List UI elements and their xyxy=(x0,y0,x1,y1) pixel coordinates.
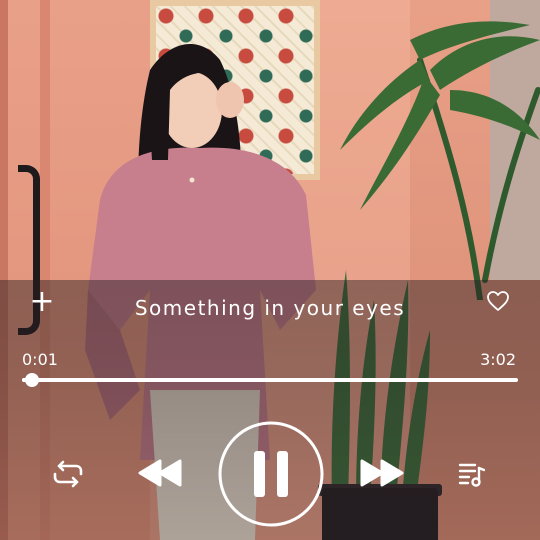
seek-track xyxy=(22,378,518,382)
repeat-icon xyxy=(53,460,83,488)
fast-forward-icon xyxy=(360,459,404,487)
previous-track-button[interactable] xyxy=(138,458,182,488)
plus-icon: + xyxy=(29,284,55,319)
repeat-button[interactable] xyxy=(52,460,84,488)
current-time: 0:01 xyxy=(22,350,58,369)
total-duration: 3:02 xyxy=(480,350,516,369)
pause-icon xyxy=(218,421,324,527)
track-title: Something in your eyes xyxy=(134,296,406,320)
seek-bar[interactable] xyxy=(22,373,518,387)
music-player-screen: + Something in your eyes 0:01 3:02 xyxy=(0,0,540,540)
favorite-button[interactable] xyxy=(486,290,510,312)
pause-button[interactable] xyxy=(218,421,324,527)
playlist-icon xyxy=(458,463,486,487)
palm-plant xyxy=(340,21,540,300)
heart-outline-icon xyxy=(487,291,509,311)
next-track-button[interactable] xyxy=(360,458,404,488)
playlist-button[interactable] xyxy=(457,460,486,488)
add-to-playlist-button[interactable]: + xyxy=(28,287,56,317)
rewind-icon xyxy=(138,459,182,487)
seek-thumb[interactable] xyxy=(24,373,39,387)
